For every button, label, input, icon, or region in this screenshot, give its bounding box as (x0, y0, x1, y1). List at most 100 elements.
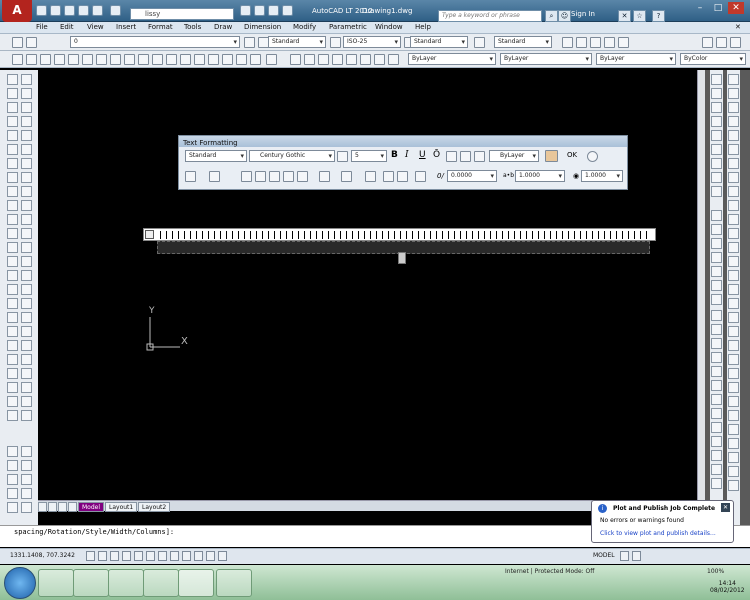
line-icon[interactable] (12, 54, 23, 65)
tab-layout1[interactable]: Layout1 (105, 502, 138, 512)
polyline-icon[interactable] (40, 54, 51, 65)
tf-font-dropdown[interactable]: Century Gothic (249, 150, 335, 162)
transparency-icon[interactable] (206, 551, 215, 561)
grid-display-icon[interactable] (110, 551, 119, 561)
object-snap-tracking-icon[interactable] (158, 551, 167, 561)
dim-tool-icon-22[interactable] (21, 368, 32, 379)
close-icon[interactable]: ✕ (728, 2, 744, 14)
undo-icon[interactable] (92, 5, 103, 16)
orbit-tool-icon-11[interactable] (728, 214, 739, 225)
dim-tool-icon-16[interactable] (21, 284, 32, 295)
snap-tool-icon-3[interactable] (711, 102, 722, 113)
layer-properties-icon[interactable] (12, 37, 23, 48)
menu-window[interactable]: Window (375, 23, 403, 31)
mleader-style-icon[interactable] (474, 37, 485, 48)
view-tool-icon-6[interactable] (711, 380, 722, 391)
tf-style-dropdown[interactable]: Standard (185, 150, 247, 162)
lineweight-dropdown[interactable]: ByLayer (596, 53, 676, 65)
dim-tool-icon-4[interactable] (21, 116, 32, 127)
snap-tool-icon-7[interactable] (711, 158, 722, 169)
menu-view[interactable]: View (87, 23, 104, 31)
inquiry-tool-icon-4[interactable] (21, 460, 32, 471)
dynamic-input-icon[interactable] (182, 551, 191, 561)
view-icon-5[interactable] (618, 37, 629, 48)
orbit-tool-icon-7[interactable] (728, 158, 739, 169)
inquiry-tool-icon-10[interactable] (21, 502, 32, 513)
orbit-tool-icon-22[interactable] (728, 368, 739, 379)
orbit-tool-icon-6[interactable] (728, 144, 739, 155)
modify-tool-icon-7[interactable] (7, 284, 18, 295)
stack-icon[interactable] (474, 151, 485, 162)
coordinates-readout[interactable]: 1331.1408, 707.3242 (10, 552, 75, 559)
dim-tool-icon-23[interactable] (21, 382, 32, 393)
distribute-icon[interactable] (297, 171, 308, 182)
orbit-tool-icon-3[interactable] (728, 102, 739, 113)
autocad-logo-icon[interactable]: A (2, 0, 32, 22)
modify2-tool-icon-5[interactable] (711, 266, 722, 277)
inquiry-tool-icon-6[interactable] (21, 474, 32, 485)
snap-tool-icon-8[interactable] (711, 172, 722, 183)
line-spacing-icon[interactable] (319, 171, 330, 182)
dim-tool-icon-25[interactable] (21, 410, 32, 421)
ie-taskbar-icon[interactable] (38, 569, 74, 597)
scale-icon[interactable] (388, 54, 399, 65)
minimize-icon[interactable]: – (692, 2, 708, 14)
dim-tool-icon-19[interactable] (21, 326, 32, 337)
menu-modify[interactable]: Modify (293, 23, 316, 31)
modify-tool-icon-15[interactable] (7, 396, 18, 407)
modify-tool-icon-14[interactable] (7, 382, 18, 393)
view-tool-icon-4[interactable] (711, 352, 722, 363)
dim-tool-icon-21[interactable] (21, 354, 32, 365)
workspace-dropdown[interactable]: lissy (130, 8, 234, 20)
tab-first-icon[interactable] (38, 502, 47, 512)
view-icon-2[interactable] (576, 37, 587, 48)
autocad-taskbar-icon[interactable] (178, 569, 214, 597)
menu-close-icon[interactable]: ✕ (735, 23, 741, 31)
system-clock[interactable]: 14:14 08/02/2012 (710, 580, 745, 594)
tab-last-icon[interactable] (68, 502, 77, 512)
modify-tool-icon-1[interactable] (7, 200, 18, 211)
dim-tool-icon-1[interactable] (21, 74, 32, 85)
oblique-input[interactable]: 0.0000 (447, 170, 497, 182)
qat-icon-2[interactable] (254, 5, 265, 16)
qat-icon-4[interactable] (282, 5, 293, 16)
menu-insert[interactable]: Insert (116, 23, 136, 31)
tab-next-icon[interactable] (58, 502, 67, 512)
sign-in-button[interactable]: Sign In (571, 10, 595, 18)
view-tool-icon-3[interactable] (711, 338, 722, 349)
view-icon-3[interactable] (590, 37, 601, 48)
view-tool-icon-9[interactable] (711, 422, 722, 433)
orbit-tool-icon-24[interactable] (728, 396, 739, 407)
orbit-tool-icon-23[interactable] (728, 382, 739, 393)
tab-layout2[interactable]: Layout2 (138, 502, 171, 512)
ellipse-icon[interactable] (138, 54, 149, 65)
inquiry-tool-icon-7[interactable] (7, 488, 18, 499)
vertical-scrollbar[interactable] (697, 70, 705, 500)
insert-field-icon[interactable] (365, 171, 376, 182)
mirror-icon[interactable] (318, 54, 329, 65)
menu-help[interactable]: Help (415, 23, 431, 31)
insert-block-icon[interactable] (166, 54, 177, 65)
modify2-tool-icon-6[interactable] (711, 280, 722, 291)
notification-close-icon[interactable]: ✕ (721, 503, 730, 512)
inquiry-tool-icon-8[interactable] (21, 488, 32, 499)
dim-tool-icon-13[interactable] (21, 242, 32, 253)
inquiry-tool-icon-3[interactable] (7, 460, 18, 471)
infer-constraints-icon[interactable] (86, 551, 95, 561)
modify-tool-icon-16[interactable] (7, 410, 18, 421)
italic-button[interactable]: I (405, 150, 409, 160)
spline-icon[interactable] (124, 54, 135, 65)
dim-tool-icon-3[interactable] (21, 102, 32, 113)
modify-tool-icon-13[interactable] (7, 368, 18, 379)
dim-tool-icon-9[interactable] (21, 186, 32, 197)
maximize-icon[interactable]: □ (710, 2, 726, 14)
orbit-tool-icon-26[interactable] (728, 424, 739, 435)
save-icon[interactable] (64, 5, 75, 16)
view-icon-4[interactable] (604, 37, 615, 48)
modify-tool-icon-5[interactable] (7, 256, 18, 267)
dim-tool-icon-12[interactable] (21, 228, 32, 239)
orbit-tool-icon-8[interactable] (728, 172, 739, 183)
view-tool-icon-11[interactable] (711, 450, 722, 461)
modify-tool-icon-2[interactable] (7, 214, 18, 225)
snap-tool-icon-5[interactable] (711, 130, 722, 141)
